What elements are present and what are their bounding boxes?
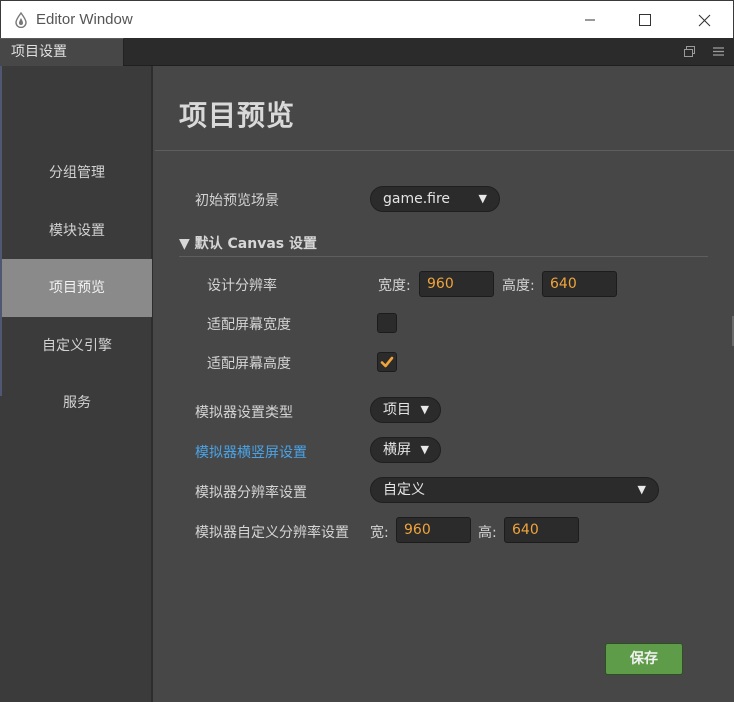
maximize-icon xyxy=(639,14,651,26)
simulator-orientation-value: 横屏 xyxy=(383,442,411,458)
custom-width-label: 宽: xyxy=(370,525,389,541)
chevron-down-icon: ▼ xyxy=(420,403,429,416)
sidebar-item-services[interactable]: 服务 xyxy=(2,374,152,432)
fit-height-label: 适配屏幕高度 xyxy=(207,356,291,372)
tab-strip: 项目设置 xyxy=(0,38,734,66)
close-button[interactable] xyxy=(675,1,733,39)
settings-sidebar: 分组管理 模块设置 项目预览 自定义引擎 服务 xyxy=(0,66,153,702)
menu-icon[interactable] xyxy=(711,45,725,59)
app-logo-icon xyxy=(15,12,27,28)
design-width-label: 宽度: xyxy=(378,278,411,294)
sidebar-item-module-settings[interactable]: 模块设置 xyxy=(2,202,152,260)
sidebar-item-group-management[interactable]: 分组管理 xyxy=(2,144,152,202)
design-resolution-label: 设计分辨率 xyxy=(207,278,277,294)
simulator-orientation-label: 模拟器横竖屏设置 xyxy=(195,445,307,461)
design-height-label: 高度: xyxy=(502,278,535,294)
fit-width-label: 适配屏幕宽度 xyxy=(207,317,291,333)
design-width-input[interactable]: 960 xyxy=(419,271,494,297)
simulator-resolution-label: 模拟器分辨率设置 xyxy=(195,485,307,501)
custom-height-label: 高: xyxy=(478,525,497,541)
window-title: Editor Window xyxy=(36,11,133,28)
simulator-type-label: 模拟器设置类型 xyxy=(195,405,293,421)
title-divider xyxy=(155,150,734,151)
chevron-down-icon: ▼ xyxy=(637,483,646,496)
sidebar-item-project-preview[interactable]: 项目预览 xyxy=(2,259,152,317)
initial-scene-select[interactable]: game.fire ▼ xyxy=(370,186,500,212)
simulator-resolution-value: 自定义 xyxy=(383,482,425,498)
custom-height-input[interactable]: 640 xyxy=(504,517,579,543)
minimize-icon xyxy=(585,19,595,21)
page-title: 项目预览 xyxy=(179,99,296,132)
checkmark-icon xyxy=(380,356,394,368)
design-height-input[interactable]: 640 xyxy=(542,271,617,297)
canvas-section-header[interactable]: ▼ 默认 Canvas 设置 xyxy=(179,233,317,253)
simulator-custom-resolution-label: 模拟器自定义分辨率设置 xyxy=(195,525,349,541)
fit-width-checkbox[interactable] xyxy=(377,313,397,333)
maximize-button[interactable] xyxy=(616,1,674,39)
window-titlebar: Editor Window xyxy=(0,0,734,38)
chevron-down-icon: ▼ xyxy=(478,192,487,205)
minimize-button[interactable] xyxy=(561,1,619,39)
fit-height-checkbox[interactable] xyxy=(377,352,397,372)
sidebar-item-custom-engine[interactable]: 自定义引擎 xyxy=(2,317,152,375)
initial-scene-value: game.fire xyxy=(383,191,451,207)
tab-project-settings[interactable]: 项目设置 xyxy=(0,38,124,66)
save-button[interactable]: 保存 xyxy=(605,643,683,675)
simulator-type-value: 项目 xyxy=(383,402,411,418)
simulator-orientation-select[interactable]: 横屏 ▼ xyxy=(370,437,441,463)
simulator-resolution-select[interactable]: 自定义 ▼ xyxy=(370,477,659,503)
custom-width-input[interactable]: 960 xyxy=(396,517,471,543)
settings-panel: 项目预览 初始预览场景 game.fire ▼ ▼ 默认 Canvas 设置 设… xyxy=(155,66,734,702)
simulator-type-select[interactable]: 项目 ▼ xyxy=(370,397,441,423)
popout-icon[interactable] xyxy=(682,45,696,59)
close-icon xyxy=(698,14,710,26)
chevron-down-icon: ▼ xyxy=(420,443,429,456)
section-divider xyxy=(179,256,708,257)
initial-scene-label: 初始预览场景 xyxy=(195,193,279,209)
